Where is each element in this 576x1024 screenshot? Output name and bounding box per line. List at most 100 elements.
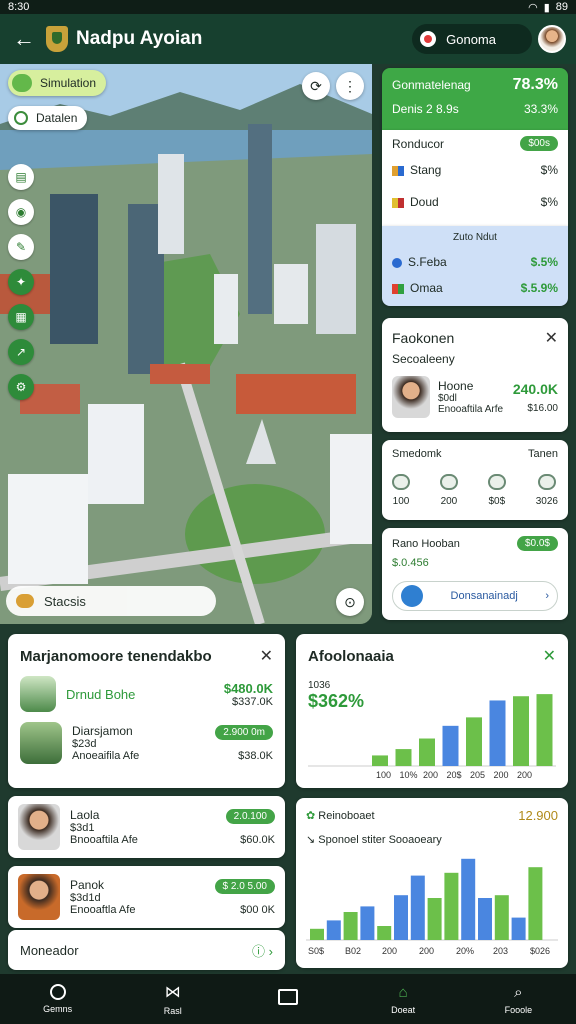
route-button[interactable]: Donsanainadj ›: [392, 581, 558, 611]
data-filter-label: Datalen: [36, 111, 78, 125]
bar: [372, 755, 388, 766]
blue-label: S.Feba: [408, 255, 447, 269]
user-avatar[interactable]: [538, 25, 566, 53]
rates-card[interactable]: Ronducor $00s Stang $% Doud $%: [382, 130, 568, 226]
back-arrow-icon[interactable]: ←: [10, 26, 38, 52]
more-options-button[interactable]: ⋮: [336, 72, 364, 100]
item-thumbnail: [20, 676, 56, 712]
map-status-bar[interactable]: Stacsis: [6, 586, 216, 616]
item-thumbnail: [20, 722, 62, 764]
nav-label: Fooole: [504, 1004, 533, 1015]
bar: [419, 738, 435, 766]
layers-button[interactable]: ⟳: [302, 72, 330, 100]
route-value: $.0.456: [392, 557, 429, 569]
location-chip[interactable]: Gonoma: [412, 24, 532, 54]
nav-notifications[interactable]: ⌂ Doeat: [373, 984, 433, 1015]
nav-search[interactable]: ⌕ Fooole: [488, 984, 548, 1015]
bar: [427, 898, 442, 940]
nav-map[interactable]: ⋈ Rasl: [143, 982, 203, 1016]
person-card[interactable]: Panok $3d1d Enooaftla Afe $ 2.0 5.00 $00…: [8, 866, 285, 928]
simulation-toggle[interactable]: Simulation: [8, 70, 107, 96]
item-badge: 2.900 0m: [215, 724, 273, 740]
profile-name: Hoone: [438, 379, 474, 393]
list-item[interactable]: Diarsjamon $23d Anoeaifila Afe 2.900 0m …: [20, 722, 273, 764]
profile-value: 240.0K: [512, 380, 558, 397]
blue-card-header: Zuto Ndut: [453, 232, 497, 243]
tool-share[interactable]: ↗: [8, 339, 34, 365]
tool-stats[interactable]: ▦: [8, 304, 34, 330]
close-icon[interactable]: ✕: [260, 646, 273, 666]
route-card[interactable]: Rano Hooban $0.0$ $.0.456 Donsanainadj ›: [382, 528, 568, 620]
management-list-card[interactable]: Marjanomoore tenendakbo ✕ Drnud Bohe $48…: [8, 634, 285, 788]
item-amount: $38.0K: [238, 749, 273, 762]
city-map[interactable]: Simulation Datalen ⟳ ⋮ ▤ ◉ ✎ ✦ ▦ ↗ ⚙ Sta…: [0, 64, 372, 624]
rate-value: $%: [540, 163, 558, 177]
person-name: Laola: [70, 808, 100, 822]
tool-green[interactable]: ✦: [8, 269, 34, 295]
stats-title: Smedomk: [392, 448, 442, 460]
chart1-plot: 100 10% 200 20$ 205 200 200: [308, 694, 556, 780]
summary-subtitle: Denis 2 8.9s: [392, 102, 459, 116]
x-tick-label: B02: [345, 946, 361, 956]
nav-gallery[interactable]: [258, 989, 318, 1009]
map-illustration: [0, 64, 372, 624]
chart-card-secondary[interactable]: ✿ Reinoboaet 12.900 ↘ Sponoel stiter Soo…: [296, 798, 568, 968]
rates-blue-card[interactable]: Zuto Ndut S.Feba $.5% Omaa $.5.9%: [382, 226, 568, 306]
layers-icon: ▤: [15, 170, 27, 184]
tool-location[interactable]: ◉: [8, 199, 34, 225]
summary-sub-value: 33.3%: [523, 102, 558, 116]
app-bar: ← Nadpu Ayoian Gonoma: [0, 14, 576, 64]
toggle-icon: [12, 74, 32, 92]
flag-icon: [392, 165, 404, 176]
x-tick-label: 100: [376, 770, 391, 780]
summary-card[interactable]: Gonmatelenag 78.3% Denis 2 8.9s 33.3%: [382, 68, 568, 130]
profile-line1: $0dl: [438, 393, 457, 404]
map-status-label: Stacsis: [44, 593, 86, 609]
x-tick-label: 200: [517, 770, 532, 780]
recenter-button[interactable]: ⊙: [336, 588, 364, 616]
stat-item[interactable]: 100: [392, 474, 410, 507]
bar: [494, 895, 509, 940]
footer-card[interactable]: Moneador ⓘ ›: [8, 930, 285, 970]
gallery-icon: [277, 989, 298, 1005]
profile-card[interactable]: Faokonen ✕ Secoaleeny Hoone $0dl Enooaft…: [382, 318, 568, 432]
filter-icon: [14, 111, 28, 125]
close-icon[interactable]: ✕: [545, 328, 558, 348]
close-icon[interactable]: ✕: [543, 646, 556, 666]
tool-settings[interactable]: ⚙: [8, 374, 34, 400]
bus-icon: [439, 474, 458, 490]
flag-icon: [392, 283, 404, 294]
profile-card-subtitle: Secoaleeny: [392, 352, 455, 366]
app-title: Nadpu Ayoian: [76, 28, 203, 49]
blue-value: $.5.9%: [520, 281, 558, 295]
x-tick-label: S0$: [308, 946, 324, 956]
stat-item[interactable]: $0$: [487, 474, 506, 507]
tool-layers[interactable]: ▤: [8, 164, 34, 190]
item-name: Diarsjamon: [72, 724, 133, 738]
bar: [466, 717, 482, 766]
person-name: Panok: [70, 878, 105, 892]
search-icon: ⌕: [514, 983, 523, 1001]
person-amount: $60.0K: [240, 833, 275, 846]
chart2-plot: S0$ B02 200 200 20% 203 $026: [306, 858, 558, 956]
tool-edit[interactable]: ✎: [8, 234, 34, 260]
stat-item[interactable]: 3026: [536, 474, 558, 507]
list-item[interactable]: Drnud Bohe $480.0K $337.0K: [20, 676, 273, 712]
stat-value: 3026: [535, 496, 558, 507]
bar: [489, 700, 506, 766]
data-filter-pill[interactable]: Datalen: [8, 106, 88, 130]
chart2-title: Reinoboaet: [318, 810, 375, 822]
stats-card[interactable]: Smedomk Tanen 100 200 $0$ 3026: [382, 440, 568, 520]
person-card[interactable]: Laola $3d1 Bnooaftila Afe 2.0.100 $60.0K: [8, 796, 285, 858]
x-tick-label: 20%: [456, 946, 474, 956]
stat-item[interactable]: 200: [439, 474, 458, 507]
person-line2: Bnooaftila Afe: [70, 834, 138, 846]
profile-line2: Enooaftila Arfe: [438, 404, 504, 415]
more-icon: ⋮: [343, 77, 357, 94]
chevron-right-icon: ›: [545, 590, 549, 602]
nav-label: Gemns: [43, 1004, 73, 1014]
chart-card-primary[interactable]: Afoolonaaia ✕ 1036 $362% 100 10% 200 20$ 205…: [296, 634, 568, 788]
gear-icon: ⚙: [15, 380, 27, 394]
info-icon[interactable]: ⓘ ›: [252, 941, 273, 960]
nav-home[interactable]: Gemns: [28, 984, 88, 1014]
